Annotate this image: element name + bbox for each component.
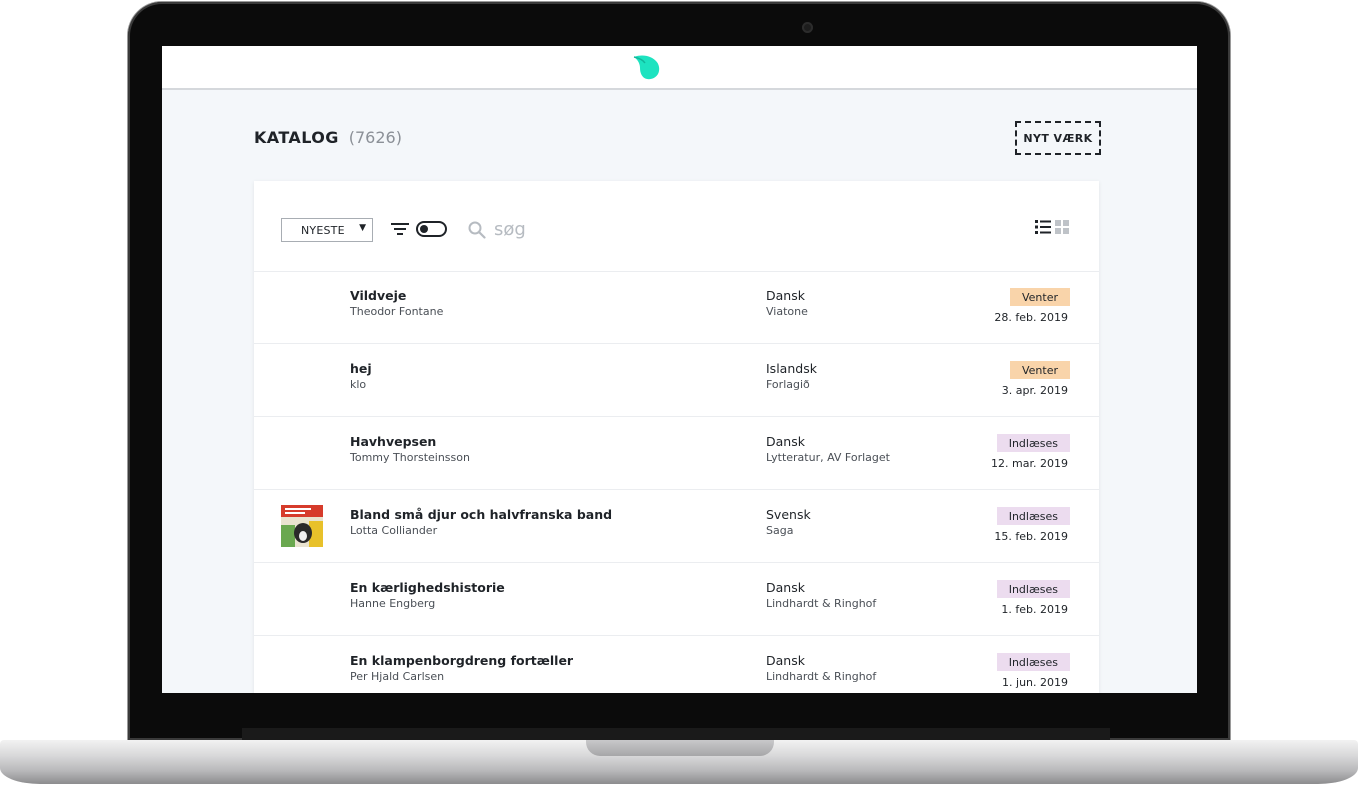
- book-date: 15. feb. 2019: [994, 530, 1068, 543]
- page-title-text: KATALOG: [254, 128, 339, 147]
- catalog-toolbar: NYESTE ▼: [254, 181, 1099, 272]
- book-date: 3. apr. 2019: [1001, 384, 1068, 397]
- status-badge: Venter: [1009, 288, 1070, 306]
- book-row[interactable]: En klampenborgdreng fortæller Per Hjald …: [254, 636, 1099, 693]
- book-title[interactable]: hej: [350, 361, 372, 376]
- search-input[interactable]: [492, 215, 636, 243]
- book-title[interactable]: Havhvepsen: [350, 434, 436, 449]
- book-cover-image[interactable]: [281, 505, 323, 547]
- book-language: Dansk: [766, 580, 805, 595]
- sort-select-value: NYESTE: [301, 223, 345, 237]
- book-author: Tommy Thorsteinsson: [350, 451, 470, 464]
- app-screen: KATALOG (7626) NYT VÆRK NYESTE ▼ søg Vil…: [162, 46, 1197, 693]
- status-badge: Indlæses: [996, 653, 1070, 671]
- book-publisher: Lytteratur, AV Forlaget: [766, 451, 890, 464]
- filter-toggle[interactable]: [416, 221, 447, 237]
- book-author: Lotta Colliander: [350, 524, 438, 537]
- book-title[interactable]: En kærlighedshistorie: [350, 580, 505, 595]
- book-author: Hanne Engberg: [350, 597, 436, 610]
- book-date: 1. jun. 2019: [1002, 676, 1068, 689]
- book-publisher: Lindhardt & Ringhof: [766, 670, 877, 683]
- book-publisher: Forlagið: [766, 378, 810, 391]
- status-badge: Indlæses: [996, 434, 1070, 452]
- book-list: Vildveje Theodor Fontane Dansk Viatone V…: [254, 271, 1099, 693]
- app-header: [162, 46, 1197, 90]
- book-author: klo: [350, 378, 367, 391]
- book-language: Svensk: [766, 507, 811, 522]
- list-view-icon[interactable]: [1035, 219, 1051, 235]
- laptop-notch: [586, 740, 774, 756]
- book-row[interactable]: hej klo Islandsk Forlagið Venter 3. apr.…: [254, 344, 1099, 417]
- camera-icon: [802, 22, 813, 33]
- search-icon: [468, 221, 486, 239]
- book-language: Dansk: [766, 288, 805, 303]
- book-row[interactable]: Bland små djur och halvfranska band Lott…: [254, 490, 1099, 563]
- filter-icon[interactable]: [390, 221, 410, 237]
- book-title[interactable]: En klampenborgdreng fortæller: [350, 653, 573, 668]
- book-row[interactable]: En kærlighedshistorie Hanne Engberg Dans…: [254, 563, 1099, 636]
- toggle-knob: [420, 225, 428, 233]
- catalog-count: (7626): [348, 128, 402, 147]
- caret-down-icon: ▼: [359, 223, 366, 233]
- grid-view-icon[interactable]: [1055, 220, 1069, 234]
- catalog-card: NYESTE ▼ søg Vildveje Theodor Fontane Da…: [254, 181, 1099, 693]
- page-title: KATALOG (7626): [254, 128, 402, 147]
- book-language: Dansk: [766, 434, 805, 449]
- book-title[interactable]: Vildveje: [350, 288, 406, 303]
- book-date: 1. feb. 2019: [1001, 603, 1068, 616]
- book-language: Dansk: [766, 653, 805, 668]
- book-row[interactable]: Vildveje Theodor Fontane Dansk Viatone V…: [254, 271, 1099, 344]
- book-publisher: Saga: [766, 524, 794, 537]
- book-title[interactable]: Bland små djur och halvfranska band: [350, 507, 612, 522]
- book-author: Per Hjald Carlsen: [350, 670, 445, 683]
- book-publisher: Lindhardt & Ringhof: [766, 597, 877, 610]
- status-badge: Indlæses: [996, 507, 1070, 525]
- book-publisher: Viatone: [766, 305, 808, 318]
- book-date: 12. mar. 2019: [991, 457, 1068, 470]
- book-author: Theodor Fontane: [350, 305, 444, 318]
- app-logo-icon[interactable]: [632, 52, 662, 80]
- new-work-button[interactable]: NYT VÆRK: [1015, 121, 1101, 155]
- sort-select[interactable]: NYESTE ▼: [281, 218, 373, 242]
- status-badge: Venter: [1009, 361, 1070, 379]
- book-date: 28. feb. 2019: [994, 311, 1068, 324]
- book-row[interactable]: Havhvepsen Tommy Thorsteinsson Dansk Lyt…: [254, 417, 1099, 490]
- book-language: Islandsk: [766, 361, 817, 376]
- status-badge: Indlæses: [996, 580, 1070, 598]
